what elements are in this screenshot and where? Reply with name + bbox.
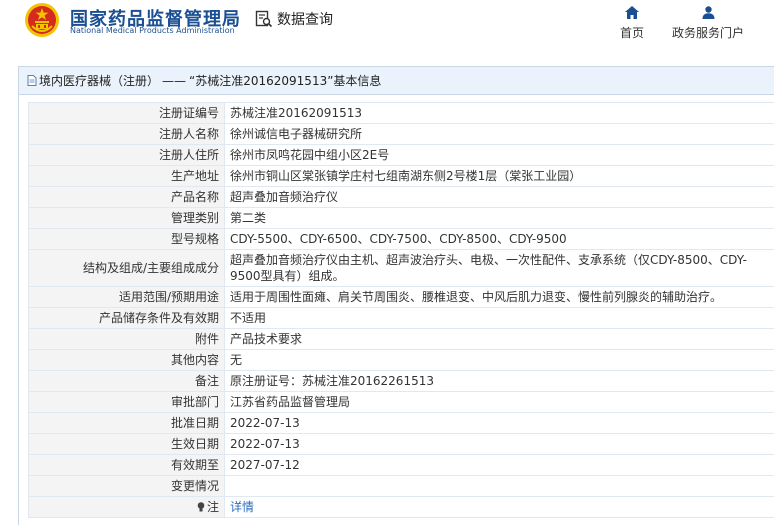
data-query-link[interactable]: 数据查询 (255, 9, 333, 29)
nav-service-portal-label: 政务服务门户 (671, 26, 744, 40)
field-label: 备注 (28, 370, 225, 392)
registration-info-table: 注册证编号 苏械注准20162091513 注册人名称 徐州诚信电子器械研究所 注册人住… (28, 102, 774, 518)
nav-service-portal[interactable]: 政务服务门户 (670, 6, 746, 41)
field-label: 型号规格 (28, 228, 225, 250)
table-row: 结构及组成/主要组成成分 超声叠加音频治疗仪由主机、超声波治疗头、电极、一次性配件… (28, 249, 774, 287)
record-panel: 境内医疗器械（注册） —— “苏械注准20162091513”基本信息 注册证编… (18, 66, 774, 525)
field-label: 审批部门 (28, 391, 225, 413)
field-label: 注册人住所 (28, 144, 225, 166)
breadcrumb-title: “苏械注准20162091513”基本信息 (189, 74, 382, 88)
field-value: 2022-07-13 (224, 412, 774, 434)
field-label: 批准日期 (28, 412, 225, 434)
field-label: 适用范围/预期用途 (28, 286, 225, 308)
field-value: 苏械注准20162091513 (224, 102, 774, 124)
site-name-en: National Medical Products Administration (70, 26, 235, 35)
field-value: 江苏省药品监督管理局 (224, 391, 774, 413)
national-emblem-icon (25, 3, 59, 37)
field-label: 注 (28, 496, 225, 518)
field-value: 第二类 (224, 207, 774, 229)
lightbulb-icon (197, 502, 205, 512)
field-value: 2022-07-13 (224, 433, 774, 455)
field-value: 超声叠加音频治疗仪由主机、超声波治疗头、电极、一次性配件、支承系统（仅CDY-8… (224, 249, 774, 287)
table-row: 变更情况 (28, 475, 774, 497)
breadcrumb-separator: —— (162, 73, 187, 88)
table-row: 注册证编号 苏械注准20162091513 (28, 102, 774, 124)
field-value: 适用于周围性面瘫、肩关节周围炎、腰椎退变、中风后肌力退变、慢性前列腺炎的辅助治疗… (224, 286, 774, 308)
nav-home[interactable]: 首页 (618, 6, 646, 41)
field-label: 生效日期 (28, 433, 225, 455)
breadcrumb: 境内医疗器械（注册） —— “苏械注准20162091513”基本信息 (19, 67, 774, 95)
field-value: 产品技术要求 (224, 328, 774, 350)
field-label: 注册人名称 (28, 123, 225, 145)
site-header: 国家药品监督管理局 National Medical Products Admi… (0, 0, 774, 56)
nav-home-label: 首页 (619, 26, 644, 40)
field-value: 不适用 (224, 307, 774, 329)
table-row: 生效日期 2022-07-13 (28, 433, 774, 455)
field-value: 徐州市铜山区棠张镇学庄村七组南湖东侧2号楼1层（棠张工业园） (224, 165, 774, 187)
data-search-icon (255, 10, 273, 28)
table-row: 批准日期 2022-07-13 (28, 412, 774, 434)
table-row: 管理类别 第二类 (28, 207, 774, 229)
table-row: 型号规格 CDY-5500、CDY-6500、CDY-7500、CDY-8500、… (28, 228, 774, 250)
field-value: 详情 (224, 496, 774, 518)
table-row: 产品储存条件及有效期 不适用 (28, 307, 774, 329)
table-row: 生产地址 徐州市铜山区棠张镇学庄村七组南湖东侧2号楼1层（棠张工业园） (28, 165, 774, 187)
field-value: 超声叠加音频治疗仪 (224, 186, 774, 208)
field-label-text: 注 (206, 500, 219, 514)
breadcrumb-category[interactable]: 境内医疗器械（注册） (39, 72, 159, 89)
field-value: CDY-5500、CDY-6500、CDY-7500、CDY-8500、CDY-… (224, 228, 774, 250)
field-label: 产品名称 (28, 186, 225, 208)
field-label: 生产地址 (28, 165, 225, 187)
document-icon (27, 75, 37, 86)
table-row: 注册人住所 徐州市凤鸣花园中组小区2E号 (28, 144, 774, 166)
table-row: 产品名称 超声叠加音频治疗仪 (28, 186, 774, 208)
field-value: 徐州诚信电子器械研究所 (224, 123, 774, 145)
table-row: 适用范围/预期用途 适用于周围性面瘫、肩关节周围炎、腰椎退变、中风后肌力退变、慢性… (28, 286, 774, 308)
field-value (224, 475, 774, 497)
field-label: 产品储存条件及有效期 (28, 307, 225, 329)
field-label: 管理类别 (28, 207, 225, 229)
field-value: 2027-07-12 (224, 454, 774, 476)
table-row: 其他内容无 (28, 349, 774, 371)
table-row: 注详情 (28, 496, 774, 518)
field-label: 变更情况 (28, 475, 225, 497)
field-label: 结构及组成/主要组成成分 (28, 249, 225, 287)
table-row: 有效期至 2027-07-12 (28, 454, 774, 476)
table-row: 备注 原注册证号：苏械注准20162261513 (28, 370, 774, 392)
field-label: 注册证编号 (28, 102, 225, 124)
field-value: 原注册证号：苏械注准20162261513 (224, 370, 774, 392)
field-label: 其他内容 (28, 349, 225, 371)
details-link[interactable]: 详情 (230, 500, 254, 514)
field-label: 附件 (28, 328, 225, 350)
field-label: 有效期至 (28, 454, 225, 476)
field-value: 无 (224, 349, 774, 371)
data-query-label: 数据查询 (277, 12, 333, 28)
field-value: 徐州市凤鸣花园中组小区2E号 (224, 144, 774, 166)
table-row: 注册人名称 徐州诚信电子器械研究所 (28, 123, 774, 145)
table-row: 附件 产品技术要求 (28, 328, 774, 350)
home-icon (625, 6, 639, 19)
user-icon (702, 6, 714, 19)
table-row: 审批部门 江苏省药品监督管理局 (28, 391, 774, 413)
